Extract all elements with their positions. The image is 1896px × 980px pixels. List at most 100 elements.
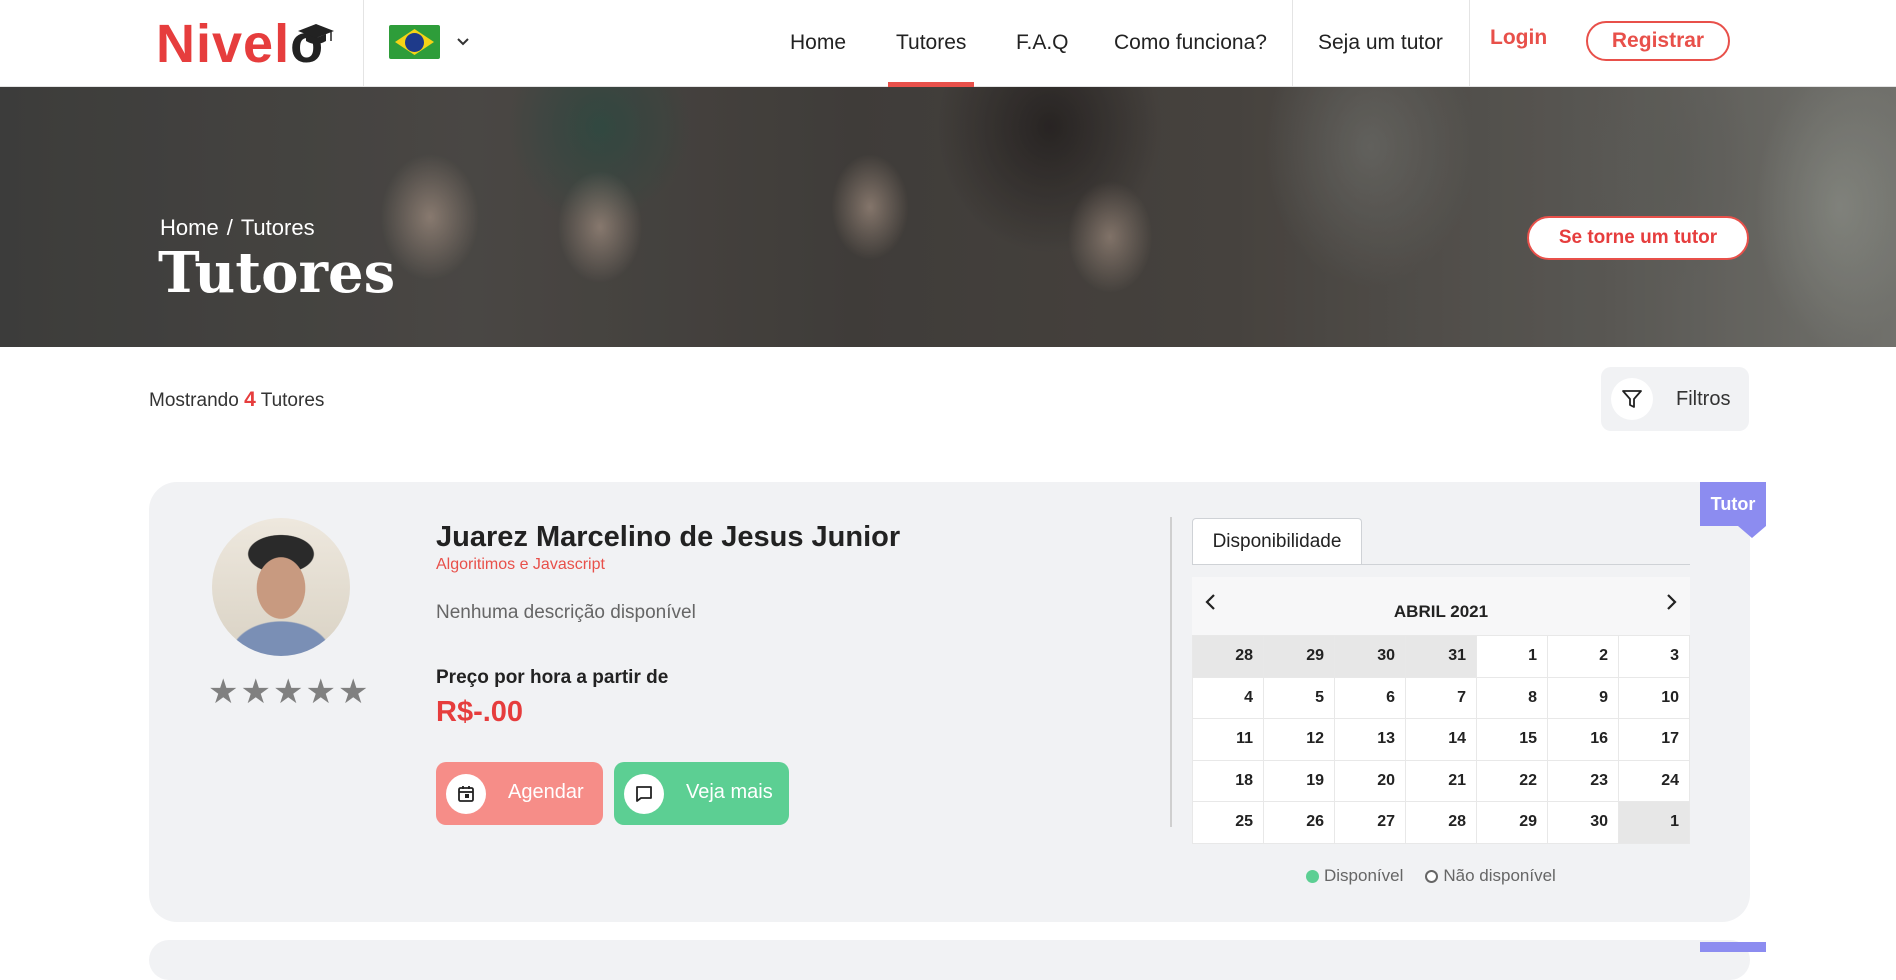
graduation-cap-icon bbox=[298, 24, 334, 44]
hero-banner: Home / Tutores Tutores Se torne um tutor bbox=[0, 87, 1896, 347]
calendar-day[interactable]: 10 bbox=[1619, 677, 1689, 718]
calendar-day[interactable]: 30 bbox=[1335, 636, 1405, 677]
calendar-day[interactable]: 9 bbox=[1548, 677, 1618, 718]
logo-text-main: Nivel bbox=[156, 14, 291, 74]
calendar-grid: 28 29 30 31 1 2 3 4 5 6 7 8 9 10 11 12 13 14 15 16 17 18 19 20 2… bbox=[1192, 635, 1690, 844]
calendar-day[interactable]: 27 bbox=[1335, 802, 1405, 843]
view-more-button[interactable]: Veja mais bbox=[614, 762, 789, 825]
price-value: R$-.00 bbox=[436, 696, 524, 728]
calendar-day[interactable]: 22 bbox=[1477, 760, 1547, 801]
nav-how-it-works[interactable]: Como funciona? bbox=[1114, 0, 1267, 86]
results-number: 4 bbox=[244, 388, 256, 411]
nav-faq[interactable]: F.A.Q bbox=[1016, 0, 1069, 86]
results-suffix: Tutores bbox=[260, 390, 325, 411]
availability-legend: Disponível Não disponível bbox=[1306, 866, 1556, 886]
star-icon[interactable]: ★ bbox=[338, 675, 368, 709]
calendar-day[interactable]: 7 bbox=[1406, 677, 1476, 718]
calendar-day[interactable]: 6 bbox=[1335, 677, 1405, 718]
tutor-badge bbox=[1700, 942, 1766, 952]
tutor-card bbox=[149, 940, 1750, 980]
calendar-day[interactable]: 19 bbox=[1264, 760, 1334, 801]
calendar-day[interactable]: 5 bbox=[1264, 677, 1334, 718]
price-label: Preço por hora a partir de bbox=[436, 667, 669, 688]
header-divider bbox=[363, 0, 364, 86]
calendar-day[interactable]: 15 bbox=[1477, 719, 1547, 760]
tutor-name[interactable]: Juarez Marcelino de Jesus Junior bbox=[436, 521, 900, 554]
star-icon[interactable]: ★ bbox=[208, 675, 238, 709]
legend-unavailable-label: Não disponível bbox=[1443, 866, 1556, 885]
calendar-day[interactable]: 28 bbox=[1406, 802, 1476, 843]
calendar-header: ABRIL 2021 bbox=[1192, 577, 1690, 635]
calendar-day[interactable]: 29 bbox=[1477, 802, 1547, 843]
calendar-day[interactable]: 11 bbox=[1193, 719, 1263, 760]
brazil-flag-icon bbox=[389, 25, 440, 59]
tutor-description: Nenhuma descrição disponível bbox=[436, 602, 696, 623]
calendar-day[interactable]: 8 bbox=[1477, 677, 1547, 718]
chat-icon bbox=[624, 774, 664, 814]
calendar-day[interactable]: 30 bbox=[1548, 802, 1618, 843]
calendar-day[interactable]: 29 bbox=[1264, 636, 1334, 677]
language-selector[interactable] bbox=[389, 25, 470, 59]
calendar-day[interactable]: 18 bbox=[1193, 760, 1263, 801]
available-dot-icon bbox=[1306, 869, 1319, 883]
calendar-day[interactable]: 4 bbox=[1193, 677, 1263, 718]
star-icon[interactable]: ★ bbox=[305, 675, 335, 709]
tutor-subject: Algoritimos e Javascript bbox=[436, 556, 605, 573]
calendar-day[interactable]: 14 bbox=[1406, 719, 1476, 760]
tab-availability[interactable]: Disponibilidade bbox=[1192, 518, 1362, 565]
calendar-day[interactable]: 21 bbox=[1406, 760, 1476, 801]
calendar-day[interactable]: 31 bbox=[1406, 636, 1476, 677]
results-prefix: Mostrando bbox=[149, 390, 239, 411]
legend-available: Disponível bbox=[1306, 866, 1403, 886]
results-count: Mostrando 4 Tutores bbox=[149, 388, 324, 412]
calendar-day[interactable]: 2 bbox=[1548, 636, 1618, 677]
nav-tutores[interactable]: Tutores bbox=[887, 0, 975, 87]
login-link[interactable]: Login bbox=[1490, 26, 1547, 50]
become-tutor-button[interactable]: Se torne um tutor bbox=[1527, 216, 1749, 260]
calendar-day[interactable]: 12 bbox=[1264, 719, 1334, 760]
nav-home[interactable]: Home bbox=[790, 0, 846, 86]
view-more-label: Veja mais bbox=[686, 781, 773, 803]
calendar-day[interactable]: 28 bbox=[1193, 636, 1263, 677]
calendar-month-title: ABRIL 2021 bbox=[1393, 602, 1489, 621]
schedule-label: Agendar bbox=[508, 781, 584, 803]
calendar-day[interactable]: 24 bbox=[1619, 760, 1689, 801]
filters-button[interactable]: Filtros bbox=[1601, 367, 1749, 431]
avatar[interactable] bbox=[212, 518, 350, 656]
availability-calendar: ABRIL 2021 28 29 30 31 1 2 3 4 5 6 7 8 9 10 11 12 13 14 15… bbox=[1192, 577, 1690, 844]
breadcrumb-current: Tutores bbox=[240, 215, 315, 240]
legend-unavailable: Não disponível bbox=[1425, 866, 1556, 886]
filters-label: Filtros bbox=[1676, 388, 1731, 410]
nav-become-tutor[interactable]: Seja um tutor bbox=[1318, 0, 1443, 86]
schedule-button[interactable]: Agendar bbox=[436, 762, 603, 825]
chevron-right-icon[interactable] bbox=[1660, 591, 1682, 613]
breadcrumb: Home / Tutores bbox=[160, 215, 315, 241]
tutor-badge: Tutor bbox=[1700, 482, 1766, 538]
breadcrumb-home[interactable]: Home bbox=[160, 215, 219, 241]
calendar-day[interactable]: 3 bbox=[1619, 636, 1689, 677]
unavailable-dot-icon bbox=[1425, 869, 1439, 883]
star-icon[interactable]: ★ bbox=[273, 675, 303, 709]
card-divider bbox=[1170, 517, 1172, 827]
register-button[interactable]: Registrar bbox=[1586, 21, 1730, 61]
logo[interactable]: Nivelo bbox=[156, 14, 334, 74]
tab-underline bbox=[1192, 564, 1690, 565]
nav-divider bbox=[1292, 0, 1293, 86]
calendar-day[interactable]: 1 bbox=[1619, 802, 1689, 843]
calendar-day[interactable]: 20 bbox=[1335, 760, 1405, 801]
page-title: Tutores bbox=[158, 240, 396, 306]
calendar-day[interactable]: 17 bbox=[1619, 719, 1689, 760]
calendar-day[interactable]: 1 bbox=[1477, 636, 1547, 677]
calendar-day[interactable]: 25 bbox=[1193, 802, 1263, 843]
star-icon[interactable]: ★ bbox=[240, 675, 270, 709]
legend-available-label: Disponível bbox=[1324, 866, 1404, 885]
breadcrumb-separator: / bbox=[226, 215, 233, 240]
rating-stars: ★ ★ ★ ★ ★ bbox=[208, 675, 368, 709]
filter-icon bbox=[1611, 378, 1653, 420]
calendar-day[interactable]: 13 bbox=[1335, 719, 1405, 760]
calendar-day[interactable]: 23 bbox=[1548, 760, 1618, 801]
calendar-day[interactable]: 26 bbox=[1264, 802, 1334, 843]
calendar-icon bbox=[446, 774, 486, 814]
chevron-down-icon bbox=[457, 38, 469, 46]
calendar-day[interactable]: 16 bbox=[1548, 719, 1618, 760]
